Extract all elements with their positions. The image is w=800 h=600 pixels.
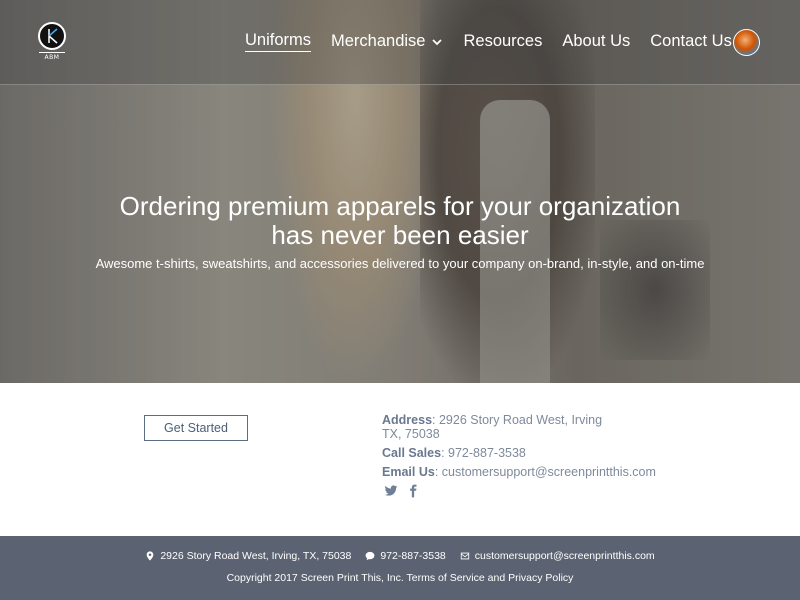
nav-resources[interactable]: Resources — [463, 31, 542, 52]
footer-copyright-line: Copyright 2017 Screen Print This, Inc. T… — [0, 572, 800, 584]
terms-link[interactable]: Terms of Service and Privacy Policy — [407, 572, 574, 584]
nav-label: Uniforms — [245, 31, 312, 49]
main-nav: Uniforms Merchandise Resources About Us … — [245, 31, 752, 52]
hero-title-line1: Ordering premium apparels for your organ… — [119, 191, 681, 221]
navbar: ABM Uniforms Merchandise Resources About… — [0, 0, 800, 85]
envelope-icon — [460, 552, 469, 560]
nav-label: About Us — [562, 32, 631, 50]
nav-about-us[interactable]: About Us — [562, 31, 630, 52]
get-started-button[interactable]: Get Started — [144, 415, 248, 441]
chat-bubble-icon — [366, 551, 375, 561]
contact-email: Email Us: customersupport@screenprintthi… — [382, 465, 656, 479]
footer-address-text: 2926 Story Road West, Irving, TX, 75038 — [160, 550, 352, 562]
facebook-icon[interactable] — [406, 484, 420, 498]
nav-uniforms[interactable]: Uniforms — [245, 31, 312, 52]
footer: 2926 Story Road West, Irving, TX, 75038 … — [0, 536, 800, 600]
footer-phone[interactable]: 972-887-3538 — [365, 550, 446, 562]
logo-icon — [38, 22, 66, 50]
footer-contact-line: 2926 Story Road West, Irving, TX, 75038 … — [0, 550, 800, 562]
contact-address: Address: 2926 Story Road West, Irving TX… — [382, 413, 682, 441]
copyright-text: Copyright 2017 Screen Print This, Inc. — [226, 572, 404, 584]
sales-phone-link[interactable]: 972-887-3538 — [448, 446, 526, 460]
email-link[interactable]: customersupport@screenprintthis.com — [442, 465, 656, 479]
nav-merchandise[interactable]: Merchandise — [331, 31, 443, 52]
hero-subtitle: Awesome t-shirts, sweatshirts, and acces… — [95, 256, 705, 271]
address-line2: TX, 75038 — [382, 427, 440, 441]
address-label: Address — [382, 413, 433, 427]
footer-address: 2926 Story Road West, Irving, TX, 75038 — [145, 550, 351, 562]
sales-label: Call Sales — [382, 446, 442, 460]
logo-text: ABM — [39, 52, 65, 61]
footer-email[interactable]: customersupport@screenprintthis.com — [460, 550, 655, 562]
avatar[interactable] — [733, 29, 760, 56]
footer-phone-text: 972-887-3538 — [380, 550, 446, 562]
nav-label: Merchandise — [331, 32, 426, 50]
contact-sales: Call Sales: 972-887-3538 — [382, 446, 526, 460]
address-line1: 2926 Story Road West, Irving — [438, 413, 603, 427]
social-links — [384, 484, 682, 498]
nav-label: Contact Us — [650, 32, 732, 50]
map-pin-icon — [146, 551, 154, 561]
info-section: Get Started Address: 2926 Story Road Wes… — [0, 383, 800, 536]
email-label: Email Us — [382, 465, 435, 479]
nav-label: Resources — [463, 32, 543, 50]
nav-contact-us[interactable]: Contact Us — [650, 31, 732, 52]
footer-email-text: customersupport@screenprintthis.com — [474, 550, 655, 562]
hero-text: Ordering premium apparels for your organ… — [0, 192, 800, 272]
twitter-icon[interactable] — [384, 484, 398, 498]
hero-title: Ordering premium apparels for your organ… — [0, 192, 800, 250]
hero-title-line2: has never been easier — [271, 220, 529, 250]
chevron-down-icon — [432, 38, 443, 45]
contact-block: Address: 2926 Story Road West, Irving TX… — [382, 413, 682, 498]
logo[interactable]: ABM — [38, 22, 68, 62]
